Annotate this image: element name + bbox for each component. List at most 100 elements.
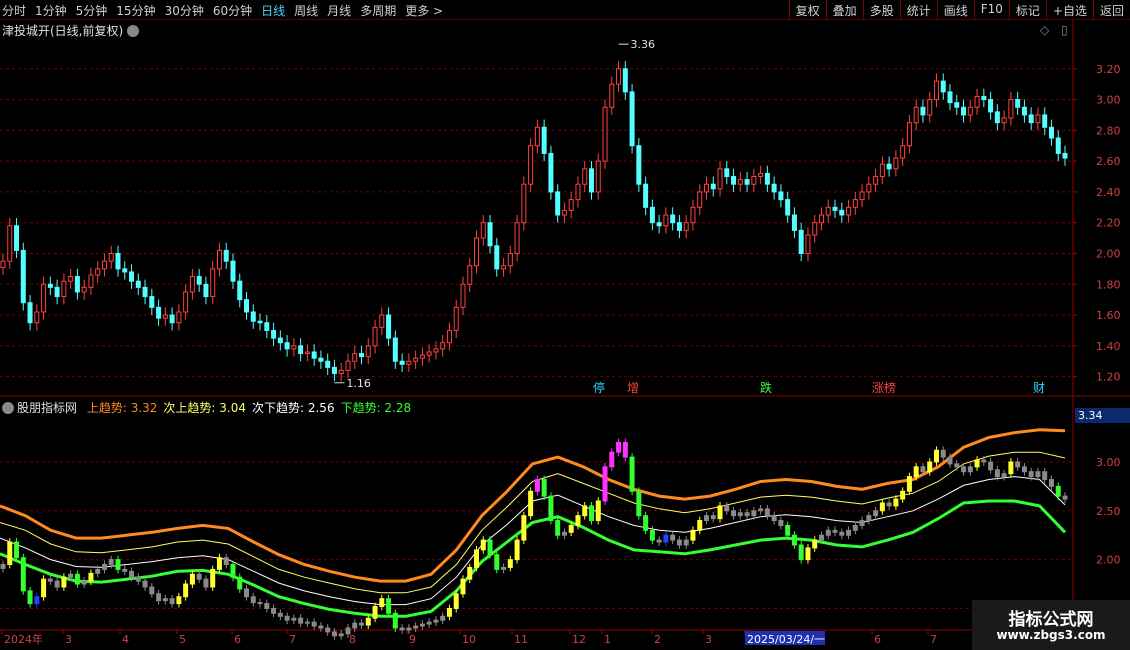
indicator-candle: [683, 539, 689, 546]
indicator-candle: [927, 461, 933, 473]
indicator-candle: [68, 573, 74, 578]
indicator-candle: [818, 534, 824, 541]
indicator-candle: [541, 479, 547, 497]
indicator-candle: [223, 557, 229, 566]
indicator-candle: [758, 508, 764, 512]
candle-body: [7, 225, 13, 262]
indicator-candle: [933, 449, 939, 463]
indicator-candle: [440, 615, 446, 621]
indicator-candle: [47, 578, 53, 582]
indicator-candle: [129, 570, 135, 578]
candle-body: [379, 314, 385, 328]
indicator-candle: [203, 578, 209, 588]
indicator-candle: [14, 541, 20, 559]
x-tick-label: 6: [874, 633, 881, 646]
indicator-candle: [162, 598, 168, 602]
candle-body: [419, 354, 425, 359]
low-label: 1.16: [346, 377, 371, 390]
indicator-candle: [1055, 485, 1061, 497]
candle-body: [724, 168, 730, 178]
indicator-candle: [670, 534, 676, 541]
indicator-candle: [588, 505, 594, 522]
indicator-candle: [372, 606, 378, 619]
indicator-candle: [95, 568, 101, 574]
indicator-candle: [446, 607, 452, 617]
candle-body: [149, 296, 155, 308]
candle-body: [886, 163, 892, 170]
candle-body: [325, 360, 331, 368]
indicator-candle: [304, 621, 310, 624]
y-tick-label-main: 3.20: [1096, 63, 1121, 76]
candle-body: [359, 353, 365, 358]
candle-body: [440, 342, 446, 350]
indicator-candle: [649, 529, 655, 541]
candle-body: [1001, 117, 1007, 124]
candle-body: [318, 357, 324, 362]
x-tick-label: 2025/03/24/一: [747, 633, 825, 646]
indicator-candle: [954, 463, 960, 468]
candle-body: [196, 276, 202, 285]
y-tick-label-main: 1.80: [1096, 278, 1121, 291]
indicator-candle: [886, 502, 892, 507]
candle-body: [825, 206, 831, 216]
candle-body: [961, 106, 967, 116]
indicator-candle: [74, 573, 80, 585]
candle-body: [521, 183, 527, 224]
indicator-candle: [629, 456, 635, 492]
candle-body: [474, 237, 480, 267]
candle-body: [893, 157, 899, 170]
candle-body: [426, 351, 432, 356]
candle-body: [372, 326, 378, 347]
candle-body: [1015, 99, 1021, 108]
candle-body: [859, 191, 865, 201]
watermark-logo: 指标公式网 www.zbgs3.com: [972, 600, 1130, 650]
candle-body: [629, 91, 635, 147]
candle-body: [61, 280, 67, 298]
candle-body: [108, 252, 114, 262]
indicator-candle: [7, 541, 13, 566]
candle-body: [785, 199, 791, 216]
x-tick-label: 8: [349, 633, 356, 646]
indicator-candle: [616, 441, 622, 453]
indicator-candle: [169, 598, 175, 605]
indicator-candle: [345, 627, 351, 635]
indicator-candle: [703, 515, 709, 522]
candle-body: [643, 183, 649, 208]
indicator-candle: [771, 515, 777, 522]
indicator-candle: [41, 578, 47, 598]
candle-body: [974, 95, 980, 108]
candle-body: [555, 191, 561, 216]
indicator-candle: [156, 593, 162, 602]
indicator-candle: [974, 459, 980, 468]
candle-body: [277, 337, 283, 344]
candle-body: [487, 222, 493, 247]
indicator-candle: [277, 612, 283, 617]
candle-body: [832, 206, 838, 211]
indicator-candle: [501, 566, 507, 570]
candle-body: [135, 280, 141, 288]
y-tick-label-main: 2.80: [1096, 124, 1121, 137]
indicator-candle: [453, 593, 459, 609]
candle-body: [582, 168, 588, 185]
candle-body: [683, 222, 689, 231]
candle-body: [717, 168, 723, 190]
candle-body: [331, 366, 337, 375]
candle-body: [852, 199, 858, 208]
candle-body: [534, 126, 540, 147]
indicator-candle: [108, 559, 114, 566]
candle-body: [595, 160, 601, 193]
indicator-candle: [413, 625, 419, 629]
candle-body: [101, 260, 107, 270]
indicator-candle: [379, 598, 385, 608]
y-tick-label-main: 2.00: [1096, 247, 1121, 260]
candle-body: [304, 351, 310, 355]
indicator-candle: [920, 466, 926, 473]
candle-body: [1042, 114, 1048, 128]
price-chart[interactable]: 3.20 3.00 2.80 2.60 2.40 2.20 2.00 1.80 1.60 1.40…: [0, 0, 1130, 650]
indicator-candle: [656, 539, 662, 543]
candle-body: [818, 214, 824, 224]
indicator-candle: [859, 520, 865, 526]
candle-body: [947, 91, 953, 104]
candle-body: [27, 302, 33, 324]
candle-body: [20, 249, 26, 304]
